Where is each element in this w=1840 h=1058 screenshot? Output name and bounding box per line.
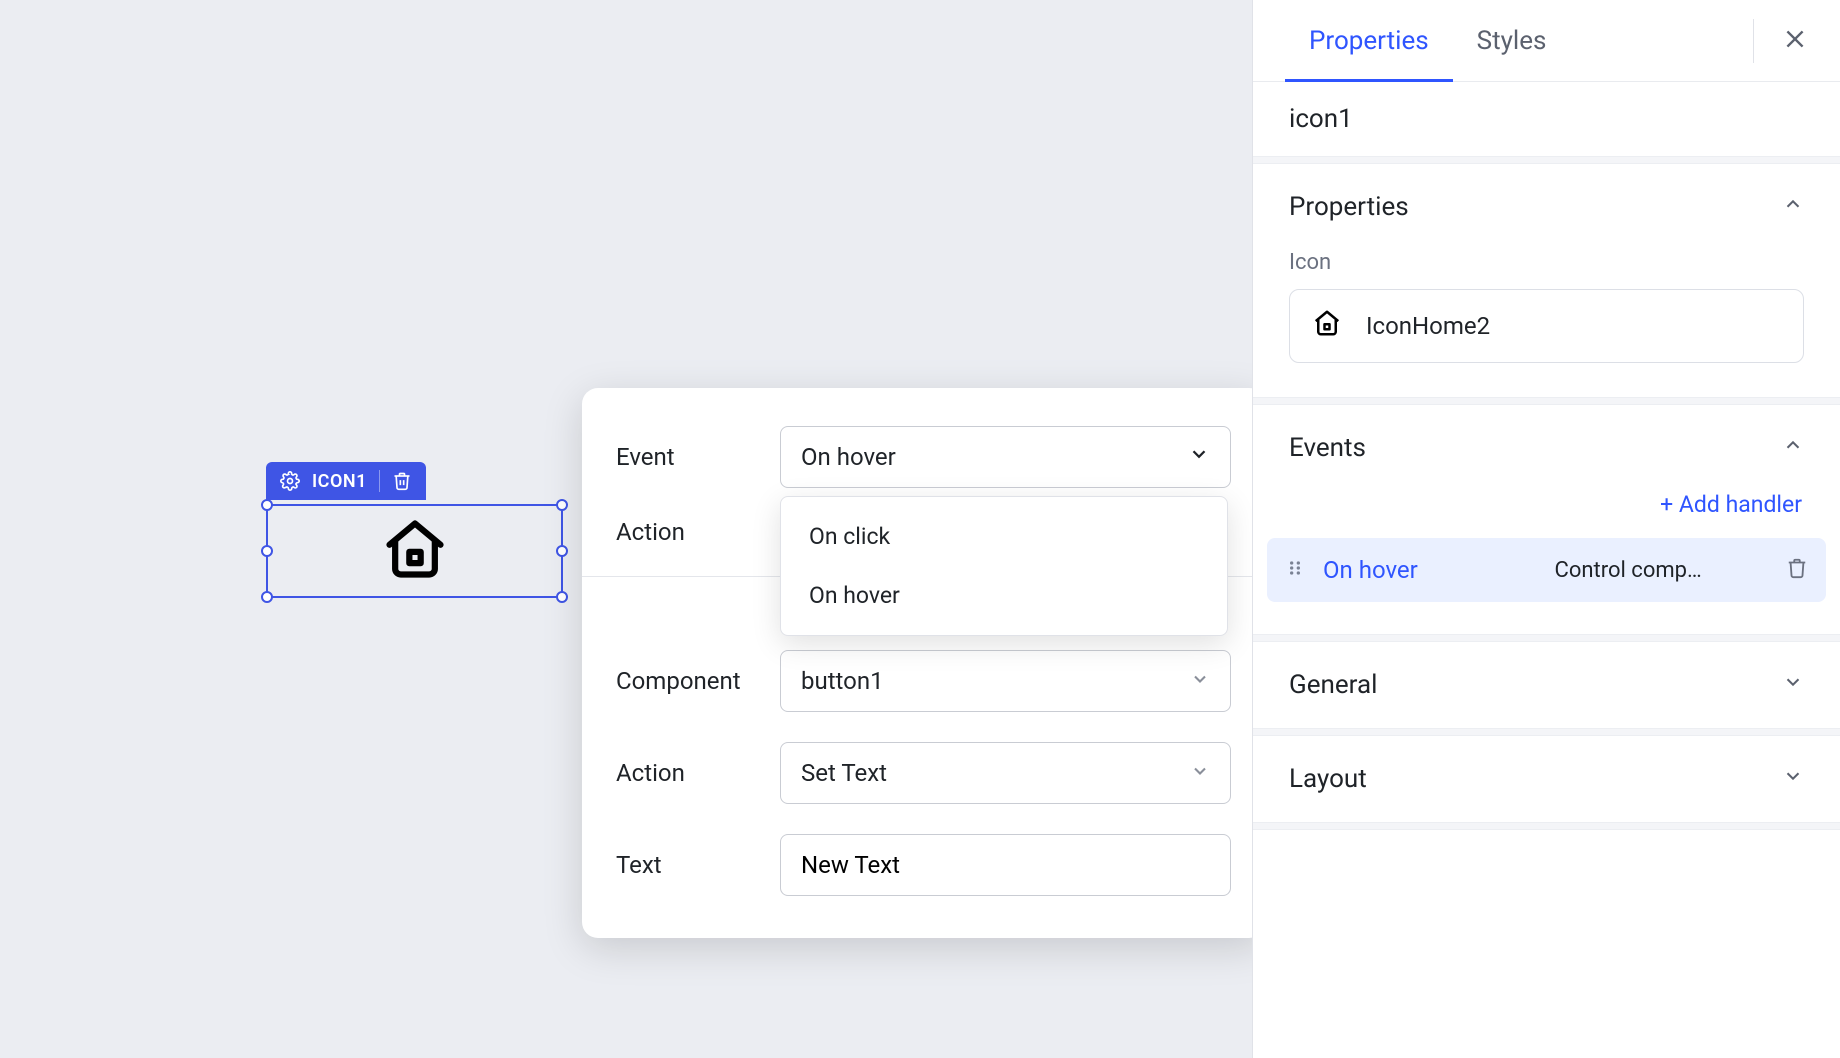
close-button[interactable] [1753, 19, 1808, 63]
chevron-up-icon [1782, 192, 1804, 222]
add-handler-link[interactable]: + Add handler [1253, 491, 1840, 538]
resize-handle-bl[interactable] [261, 591, 273, 603]
event-select-value: On hover [801, 443, 896, 471]
panel-separator [1253, 397, 1840, 405]
accordion-properties[interactable]: Properties [1253, 164, 1840, 250]
trash-icon[interactable] [392, 471, 412, 491]
dropdown-option-on-hover[interactable]: On hover [781, 566, 1227, 625]
home-icon [381, 515, 449, 587]
component-select-value: button1 [801, 667, 884, 695]
action-label: Action [616, 518, 780, 546]
selection-label: ICON1 [312, 471, 367, 492]
accordion-events-title: Events [1289, 433, 1366, 463]
dropdown-option-on-click[interactable]: On click [781, 507, 1227, 566]
handler-row[interactable]: On hover Control comp… [1267, 538, 1826, 602]
text-label: Text [616, 851, 780, 879]
delete-handler-button[interactable] [1786, 557, 1808, 583]
icon-picker[interactable]: IconHome2 [1289, 289, 1804, 363]
close-icon [1782, 26, 1808, 56]
chevron-down-icon [1188, 443, 1210, 471]
accordion-properties-title: Properties [1289, 192, 1409, 222]
toolbar-divider [379, 470, 380, 492]
resize-handle-tl[interactable] [261, 499, 273, 511]
resize-handle-mr[interactable] [556, 545, 568, 557]
accordion-events[interactable]: Events [1253, 405, 1840, 491]
control-action-select[interactable]: Set Text [780, 742, 1231, 804]
text-input-wrapper [780, 834, 1231, 896]
drag-handle-icon[interactable] [1285, 558, 1305, 582]
panel-separator [1253, 728, 1840, 736]
text-input[interactable] [801, 851, 1210, 879]
control-action-value: Set Text [801, 759, 887, 787]
resize-handle-tr[interactable] [556, 499, 568, 511]
accordion-general-title: General [1289, 670, 1377, 700]
tab-properties[interactable]: Properties [1285, 0, 1453, 81]
tab-styles[interactable]: Styles [1453, 0, 1571, 81]
panel-tabs: Properties Styles [1253, 0, 1840, 82]
resize-handle-br[interactable] [556, 591, 568, 603]
selection-toolbar: ICON1 [266, 462, 426, 500]
accordion-layout[interactable]: Layout [1253, 736, 1840, 822]
event-select[interactable]: On hover [780, 426, 1231, 488]
icon-field-label: Icon [1253, 250, 1840, 289]
event-label: Event [616, 443, 780, 471]
selected-component[interactable] [266, 504, 563, 598]
panel-separator [1253, 156, 1840, 164]
chevron-down-icon [1190, 759, 1210, 787]
side-panel: Properties Styles icon1 Properties Icon … [1252, 0, 1840, 1058]
chevron-down-icon [1782, 670, 1804, 700]
panel-separator [1253, 822, 1840, 830]
component-select[interactable]: button1 [780, 650, 1231, 712]
icon-picker-value: IconHome2 [1366, 312, 1490, 340]
accordion-general[interactable]: General [1253, 642, 1840, 728]
chevron-down-icon [1190, 667, 1210, 695]
handler-action: Control comp… [1555, 558, 1769, 583]
home-icon [1312, 308, 1342, 344]
event-handler-popover: Event On hover Action ACTION OPTIONS Com… [582, 388, 1265, 938]
component-label: Component [616, 667, 780, 695]
event-dropdown: On click On hover [780, 496, 1228, 636]
handler-event: On hover [1323, 556, 1537, 584]
chevron-down-icon [1782, 764, 1804, 794]
accordion-layout-title: Layout [1289, 764, 1367, 794]
resize-handle-ml[interactable] [261, 545, 273, 557]
element-name: icon1 [1253, 82, 1840, 156]
trash-icon [1786, 564, 1808, 583]
chevron-up-icon [1782, 433, 1804, 463]
control-action-label: Action [616, 759, 780, 787]
gear-icon[interactable] [280, 471, 300, 491]
panel-separator [1253, 634, 1840, 642]
